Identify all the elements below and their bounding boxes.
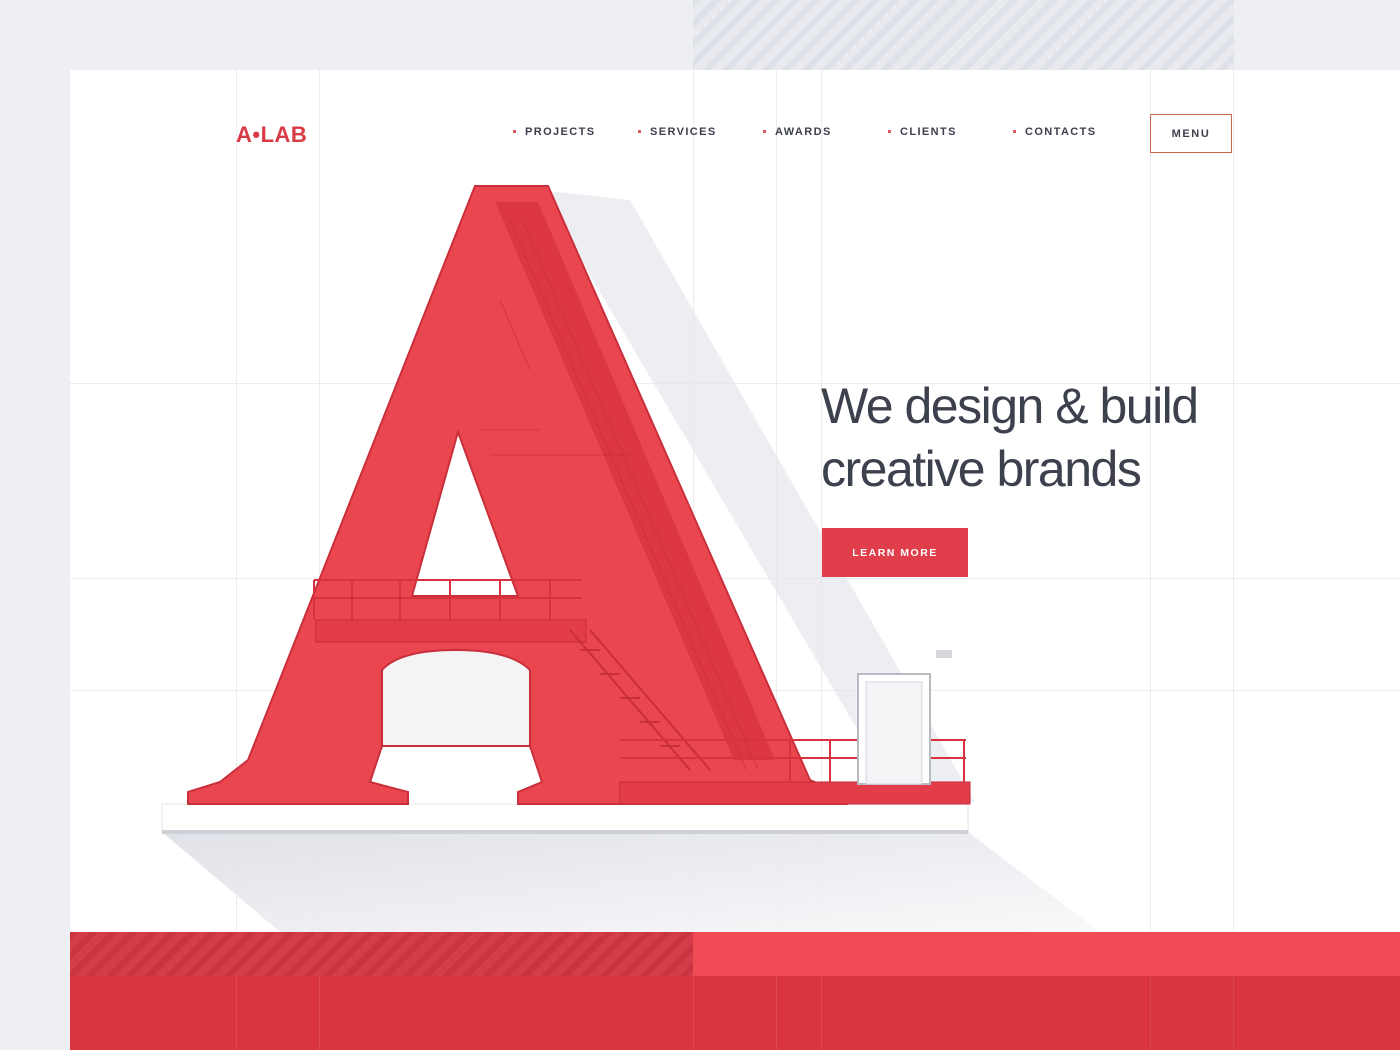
nav-item-label: CONTACTS xyxy=(1025,126,1097,138)
menu-button[interactable]: MENU xyxy=(1150,114,1232,153)
letter-a-building-illustration xyxy=(161,185,1100,932)
nav-item-label: SERVICES xyxy=(650,126,717,138)
grid-line xyxy=(693,976,694,1050)
nav-item-awards[interactable]: AWARDS xyxy=(763,126,832,138)
grid-line xyxy=(776,976,777,1050)
nav-item-label: AWARDS xyxy=(775,126,832,138)
bullet-icon xyxy=(513,129,516,133)
hero-title: We design & build creative brands xyxy=(821,375,1199,501)
nav-item-label: CLIENTS xyxy=(900,126,957,138)
decorative-stripe-top xyxy=(693,0,1234,70)
bullet-icon xyxy=(638,129,641,133)
bullet-icon xyxy=(1013,129,1016,133)
learn-more-button[interactable]: LEARN MORE xyxy=(822,528,968,577)
hero-title-line1: We design & build xyxy=(821,378,1199,434)
grid-line xyxy=(319,976,320,1050)
footer-band xyxy=(70,976,1400,1050)
nav-item-projects[interactable]: PROJECTS xyxy=(513,126,596,138)
grid-line xyxy=(821,976,822,1050)
grid-line xyxy=(1233,976,1234,1050)
nav-item-clients[interactable]: CLIENTS xyxy=(888,126,957,138)
bullet-icon xyxy=(763,129,766,133)
decorative-band xyxy=(693,932,1400,976)
brand-logo[interactable]: A•LAB xyxy=(236,122,307,148)
grid-line xyxy=(236,976,237,1050)
nav-item-contacts[interactable]: CONTACTS xyxy=(1013,126,1097,138)
decorative-band-striped xyxy=(70,932,693,976)
nav-item-services[interactable]: SERVICES xyxy=(638,126,717,138)
bullet-icon xyxy=(888,129,891,133)
grid-line xyxy=(1150,976,1151,1050)
hero-title-line2: creative brands xyxy=(821,441,1142,497)
page-container: A•LAB PROJECTS SERVICES AWARDS CLIENTS C… xyxy=(70,70,1400,1050)
nav-item-label: PROJECTS xyxy=(525,126,596,138)
